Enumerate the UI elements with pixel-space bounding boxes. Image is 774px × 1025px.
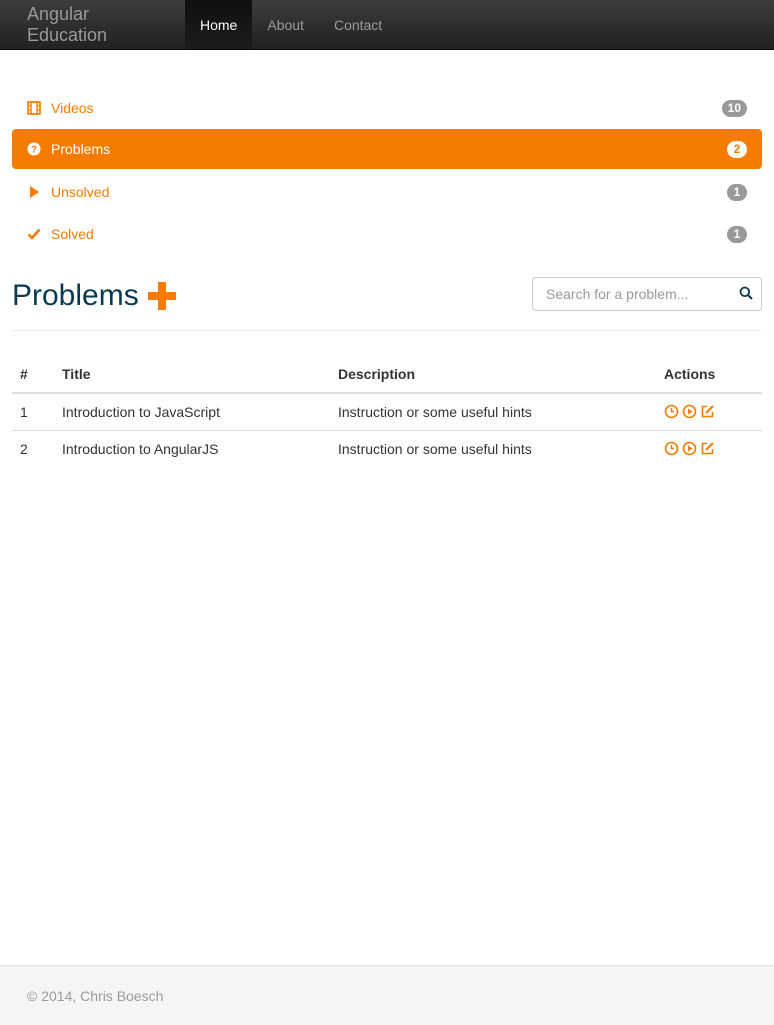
brand-link[interactable]: Angular Education — [0, 0, 185, 49]
row-description: Instruction or some useful hints — [338, 440, 532, 457]
nav-contact[interactable]: Contact — [319, 0, 397, 49]
column-header-actions: Actions — [656, 355, 762, 394]
edit-icon[interactable] — [700, 441, 715, 456]
count-badge: 1 — [727, 183, 747, 201]
plus-icon — [147, 282, 176, 310]
table-header-row: # Title Description Actions — [12, 355, 762, 394]
list-item-label: Videos — [51, 100, 94, 116]
problems-table: # Title Description Actions 1 Introducti… — [12, 355, 762, 467]
svg-text:?: ? — [31, 145, 37, 156]
list-item-unsolved[interactable]: Unsolved 1 — [12, 171, 762, 213]
page-title: Problems — [12, 277, 177, 315]
list-item-problems[interactable]: ? Problems 2 — [12, 129, 762, 169]
row-title: Introduction to JavaScript — [54, 393, 330, 431]
time-icon[interactable] — [664, 404, 679, 419]
nav-home[interactable]: Home — [185, 0, 253, 49]
time-icon[interactable] — [664, 441, 679, 456]
edit-icon[interactable] — [700, 404, 715, 419]
search-input[interactable] — [546, 286, 739, 302]
page-title-text: Problems — [12, 279, 139, 312]
list-item-videos[interactable]: Videos 10 — [12, 87, 762, 129]
search-icon[interactable] — [739, 286, 753, 303]
column-header-title: Title — [54, 355, 330, 394]
copyright-text: © 2014, Chris Boesch — [27, 987, 164, 1004]
row-description: Instruction or some useful hints — [330, 393, 656, 431]
page-header: Problems — [12, 277, 762, 331]
count-badge: 2 — [727, 140, 747, 158]
play-circle-icon[interactable] — [682, 441, 697, 456]
row-actions — [656, 393, 762, 431]
question-circle-icon: ? — [27, 142, 51, 156]
list-item-label: Unsolved — [51, 184, 110, 200]
navbar: Angular Education Home About Contact — [0, 0, 774, 50]
nav-about[interactable]: About — [252, 0, 319, 49]
row-number: 2 — [20, 440, 28, 457]
count-badge: 10 — [721, 99, 747, 117]
column-header-number: # — [12, 355, 54, 394]
table-row: 1 Introduction to JavaScript Instruction… — [12, 393, 762, 431]
search-box — [532, 277, 762, 311]
row-title: Introduction to AngularJS — [62, 440, 219, 457]
footer: © 2014, Chris Boesch — [0, 965, 774, 1025]
list-item-label: Problems — [51, 141, 111, 157]
list-item-label: Solved — [51, 226, 94, 242]
add-problem-button[interactable] — [147, 281, 177, 311]
column-header-description: Description — [330, 355, 656, 394]
count-badge: 1 — [727, 225, 747, 243]
row-actions — [656, 430, 762, 467]
check-icon — [27, 227, 51, 241]
play-icon — [27, 185, 51, 199]
list-item-solved[interactable]: Solved 1 — [12, 213, 762, 255]
category-list: Videos 10 ? Problems 2 Unsolved 1 Solved… — [12, 87, 762, 255]
row-number: 1 — [12, 393, 54, 431]
table-row: 2 Introduction to AngularJS Instruction … — [12, 430, 762, 467]
film-icon — [27, 101, 51, 115]
play-circle-icon[interactable] — [682, 404, 697, 419]
